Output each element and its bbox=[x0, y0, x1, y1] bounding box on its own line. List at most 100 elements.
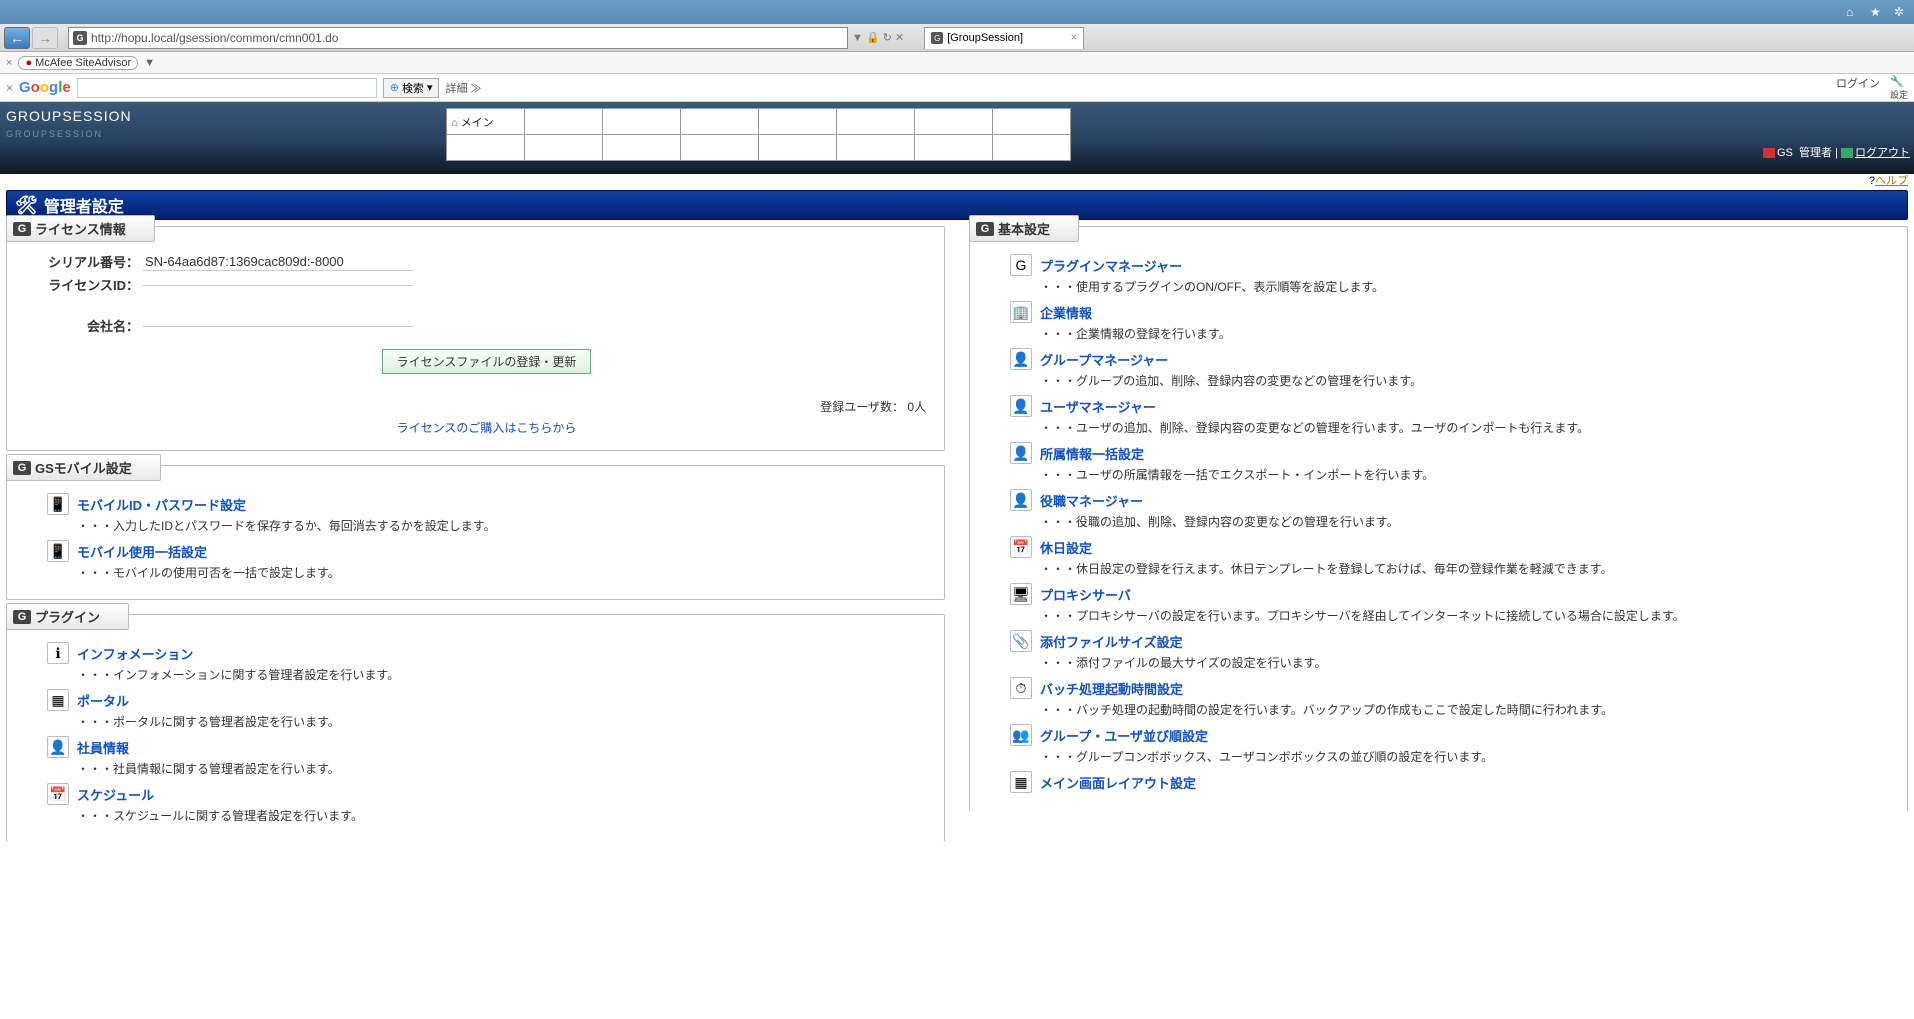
mcafee-close-icon[interactable]: × bbox=[6, 57, 12, 69]
url-actions[interactable]: ▼ 🔒 ↻ ✕ bbox=[852, 31, 904, 44]
link-information[interactable]: インフォメーション bbox=[77, 647, 193, 662]
license-register-button[interactable]: ライセンスファイルの登録・更新 bbox=[382, 349, 592, 374]
menu-cell[interactable] bbox=[915, 135, 993, 161]
url-field[interactable]: G http://hopu.local/gsession/common/cmn0… bbox=[68, 27, 848, 49]
link-proxy[interactable]: プロキシサーバ bbox=[1040, 588, 1131, 603]
menu-cell[interactable] bbox=[993, 109, 1071, 135]
serial-value: SN-64aa6d87:1369cac809d:-8000 bbox=[143, 253, 413, 271]
menu-cell[interactable] bbox=[759, 135, 837, 161]
back-button[interactable]: ← bbox=[4, 27, 30, 49]
menu-cell[interactable] bbox=[681, 135, 759, 161]
admin-title-bar: 🛠 管理者設定 bbox=[6, 190, 1908, 220]
menu-cell[interactable] bbox=[681, 109, 759, 135]
setting-item-plugin-manager: Gプラグインマネージャー・・・使用するプラグインのON/OFF、表示順等を設定し… bbox=[1010, 256, 1889, 295]
batch-time-icon: ⏱ bbox=[1010, 677, 1032, 699]
setting-item-group-user-order: 👥グループ・ユーザ並び順設定・・・グループコンボボックス、ユーザコンボボックスの… bbox=[1010, 726, 1889, 765]
setting-item-main-layout: ▦ メイン画面レイアウト設定 bbox=[1010, 773, 1889, 793]
menu-cell[interactable] bbox=[525, 135, 603, 161]
link-group-manager[interactable]: グループマネージャー bbox=[1040, 353, 1168, 368]
mcafee-badge[interactable]: ● McAfee SiteAdvisor bbox=[18, 56, 138, 70]
menu-main[interactable]: ⌂メイン bbox=[447, 109, 525, 135]
tab-title: [GroupSession] bbox=[947, 32, 1023, 44]
favorites-icon[interactable]: ★ bbox=[1870, 5, 1884, 19]
license-id-label: ライセンスID： bbox=[47, 275, 139, 294]
url-text: http://hopu.local/gsession/common/cmn001… bbox=[91, 31, 338, 45]
group-user-order-icon: 👥 bbox=[1010, 724, 1032, 746]
logout-link[interactable]: ログアウト bbox=[1855, 147, 1910, 159]
desc-proxy: ・・・プロキシサーバの設定を行います。プロキシサーバを経由してインターネットに接… bbox=[1040, 607, 1685, 624]
link-plugin-manager[interactable]: プラグインマネージャー bbox=[1040, 259, 1182, 274]
license-id-value bbox=[143, 283, 413, 286]
link-shain-info[interactable]: 社員情報 bbox=[77, 741, 129, 756]
menu-cell[interactable] bbox=[993, 135, 1071, 161]
setting-item-attachment-size: 📎添付ファイルサイズ設定・・・添付ファイルの最大サイズの設定を行います。 bbox=[1010, 632, 1889, 671]
menu-cell[interactable] bbox=[915, 109, 993, 135]
link-role-manager[interactable]: 役職マネージャー bbox=[1040, 494, 1143, 509]
tab-close-icon[interactable]: × bbox=[1071, 32, 1077, 44]
plugin-panel-body: ℹインフォメーション・・・インフォメーションに関する管理者設定を行います。▦ポー… bbox=[7, 644, 944, 842]
company-label: 会社名： bbox=[47, 316, 139, 335]
proxy-icon: 🖥 bbox=[1010, 583, 1032, 605]
belong-batch-icon: 👤 bbox=[1010, 442, 1032, 464]
role-manager-icon: 👤 bbox=[1010, 489, 1032, 511]
link-portal[interactable]: ポータル bbox=[77, 694, 129, 709]
google-logo: Google bbox=[19, 79, 71, 96]
menu-cell[interactable] bbox=[837, 135, 915, 161]
menu-cell[interactable] bbox=[759, 109, 837, 135]
google-search-button[interactable]: ⊕検索 ▾ bbox=[383, 78, 440, 98]
plugin-manager-icon: G bbox=[1010, 254, 1032, 276]
link-group-user-order[interactable]: グループ・ユーザ並び順設定 bbox=[1040, 729, 1208, 744]
plugin-panel: Gプラグイン ℹインフォメーション・・・インフォメーションに関する管理者設定を行… bbox=[6, 614, 945, 842]
home-icon[interactable]: ⌂ bbox=[1846, 5, 1860, 19]
link-mobile-id-password[interactable]: モバイルID・パスワード設定 bbox=[77, 498, 246, 513]
browser-titlebar: ⌂ ★ ✲ bbox=[0, 0, 1914, 24]
link-batch-time[interactable]: バッチ処理起動時間設定 bbox=[1040, 682, 1183, 697]
help-link[interactable]: ヘルプ bbox=[1875, 175, 1908, 187]
link-company-info[interactable]: 企業情報 bbox=[1040, 306, 1092, 321]
license-purchase-link[interactable]: ライセンスのご購入はこちらから bbox=[47, 419, 926, 436]
link-schedule[interactable]: スケジュール bbox=[77, 788, 154, 803]
license-panel: Gライセンス情報 シリアル番号：SN-64aa6d87:1369cac809d:… bbox=[6, 226, 945, 451]
menu-cell[interactable] bbox=[837, 109, 915, 135]
holiday-icon: 📅 bbox=[1010, 536, 1032, 558]
link-holiday[interactable]: 休日設定 bbox=[1040, 541, 1092, 556]
link-attachment-size[interactable]: 添付ファイルサイズ設定 bbox=[1040, 635, 1183, 650]
registered-users: 登録ユーザ数： 0人 bbox=[47, 398, 926, 415]
google-toolbar: × Google ⊕検索 ▾ 詳細 ≫ ログイン 🔧設定 bbox=[0, 74, 1914, 102]
browser-tab[interactable]: G [GroupSession] × bbox=[924, 27, 1084, 49]
setting-item-portal: ▦ポータル・・・ポータルに関する管理者設定を行います。 bbox=[47, 691, 926, 730]
menu-cell[interactable] bbox=[603, 109, 681, 135]
setting-item-information: ℹインフォメーション・・・インフォメーションに関する管理者設定を行います。 bbox=[47, 644, 926, 683]
desc-schedule: ・・・スケジュールに関する管理者設定を行います。 bbox=[77, 807, 363, 824]
panel-title: Gプラグイン bbox=[6, 603, 129, 630]
link-user-manager[interactable]: ユーザマネージャー bbox=[1040, 400, 1156, 415]
gs-header: GROUPSESSION GROUPSESSION ⌂メイン GS 管理者 | … bbox=[0, 102, 1914, 174]
google-close-icon[interactable]: × bbox=[6, 81, 13, 95]
information-icon: ℹ bbox=[47, 642, 69, 664]
desc-company-info: ・・・企業情報の登録を行います。 bbox=[1040, 325, 1231, 342]
mcafee-dropdown-icon[interactable]: ▼ bbox=[144, 57, 155, 69]
gs-info-row: GS 管理者 | ログアウト bbox=[1763, 144, 1910, 160]
gs-badge-icon: G bbox=[976, 222, 994, 236]
mobile-use-batch-icon: 📱 bbox=[47, 540, 69, 562]
google-login-link[interactable]: ログイン bbox=[1836, 75, 1880, 101]
google-settings-icon[interactable]: 🔧設定 bbox=[1890, 75, 1908, 101]
link-main-layout[interactable]: メイン画面レイアウト設定 bbox=[1040, 776, 1196, 791]
desc-mobile-id-password: ・・・入力したIDとパスワードを保存するか、毎回消去するかを設定します。 bbox=[77, 517, 496, 534]
desc-batch-time: ・・・バッチ処理の起動時間の設定を行います。バックアップの作成もここで設定した時… bbox=[1040, 701, 1613, 718]
gs-badge-icon: G bbox=[13, 610, 31, 624]
setting-item-proxy: 🖥 プロキシサーバ・・・プロキシサーバの設定を行います。プロキシサーバを経由してイ… bbox=[1010, 585, 1889, 624]
google-detail-link[interactable]: 詳細 ≫ bbox=[445, 80, 481, 96]
link-belong-batch[interactable]: 所属情報一括設定 bbox=[1040, 447, 1144, 462]
setting-item-mobile-id-password: 📱モバイルID・パスワード設定・・・入力したIDとパスワードを保存するか、毎回消… bbox=[47, 495, 926, 534]
google-search-input[interactable] bbox=[77, 78, 377, 98]
site-favicon: G bbox=[73, 31, 87, 45]
logout-icon bbox=[1841, 148, 1853, 158]
menu-cell[interactable] bbox=[447, 135, 525, 161]
menu-cell[interactable] bbox=[603, 135, 681, 161]
main-layout-icon: ▦ bbox=[1010, 771, 1032, 793]
forward-button[interactable]: → bbox=[32, 27, 58, 49]
tools-icon[interactable]: ✲ bbox=[1894, 5, 1908, 19]
menu-cell[interactable] bbox=[525, 109, 603, 135]
link-mobile-use-batch[interactable]: モバイル使用一括設定 bbox=[77, 545, 207, 560]
